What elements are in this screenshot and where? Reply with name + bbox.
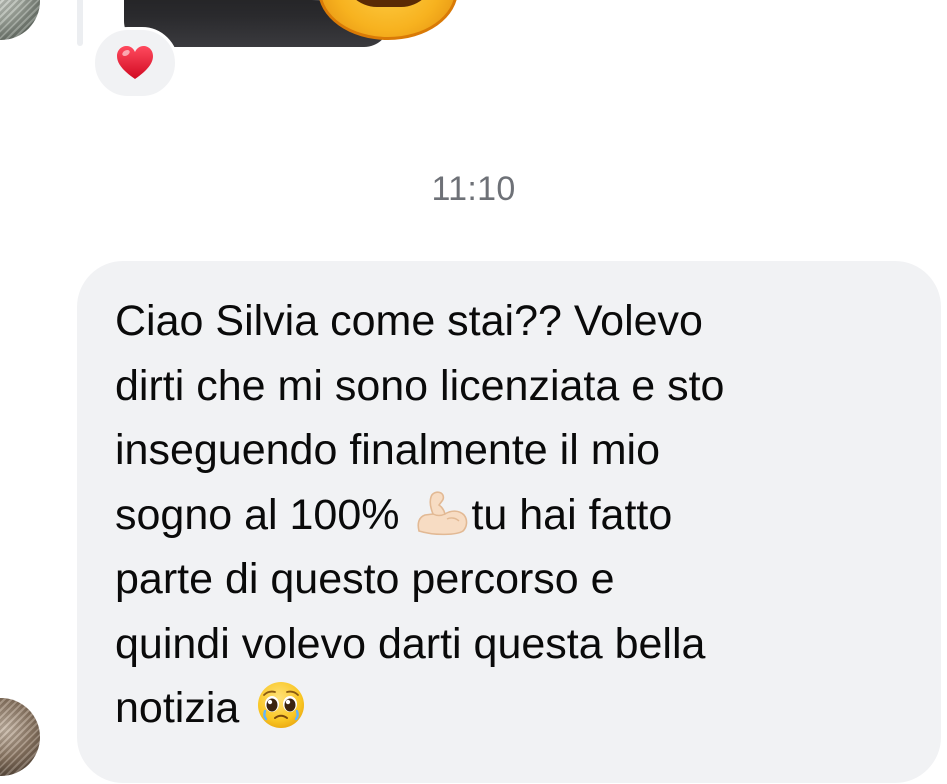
message-line-with-emoji: sogno al 100% tu hai fatto bbox=[115, 483, 911, 548]
reply-indicator-line bbox=[77, 0, 83, 46]
message-line: dirti che mi sono licenziata e sto bbox=[115, 361, 725, 410]
sender-avatar[interactable] bbox=[0, 698, 40, 776]
message-line-with-emoji: notizia bbox=[115, 676, 911, 741]
message-reaction[interactable] bbox=[92, 27, 178, 99]
avatar-texture bbox=[0, 0, 40, 40]
message-line: Ciao Silvia come stai?? Volevo bbox=[115, 297, 703, 345]
sticker-mouth bbox=[343, 0, 435, 7]
avatar-texture bbox=[0, 698, 40, 776]
message-timestamp: 11:10 bbox=[431, 170, 516, 208]
message-line-segment: tu hai fatto bbox=[471, 490, 673, 539]
message-line: quindi volevo darti questa bella bbox=[115, 619, 706, 668]
flexed-biceps-icon bbox=[411, 487, 471, 537]
received-message-bubble[interactable]: Ciao Silvia come stai?? Volevo dirti che… bbox=[77, 261, 941, 783]
message-line: parte di questo percorso e bbox=[115, 555, 615, 603]
chat-thread: 11:10 Ciao Silvia come stai?? Volevo dir… bbox=[0, 0, 947, 784]
message-line-segment: notizia bbox=[115, 684, 240, 732]
pleading-face-icon bbox=[251, 680, 311, 730]
message-text: Ciao Silvia come stai?? Volevo dirti che… bbox=[115, 289, 911, 741]
red-heart-icon bbox=[116, 45, 154, 81]
message-line-segment: sogno al 100% bbox=[115, 490, 400, 539]
message-line: inseguendo finalmente il mio bbox=[115, 426, 660, 474]
sender-avatar[interactable] bbox=[0, 0, 40, 40]
